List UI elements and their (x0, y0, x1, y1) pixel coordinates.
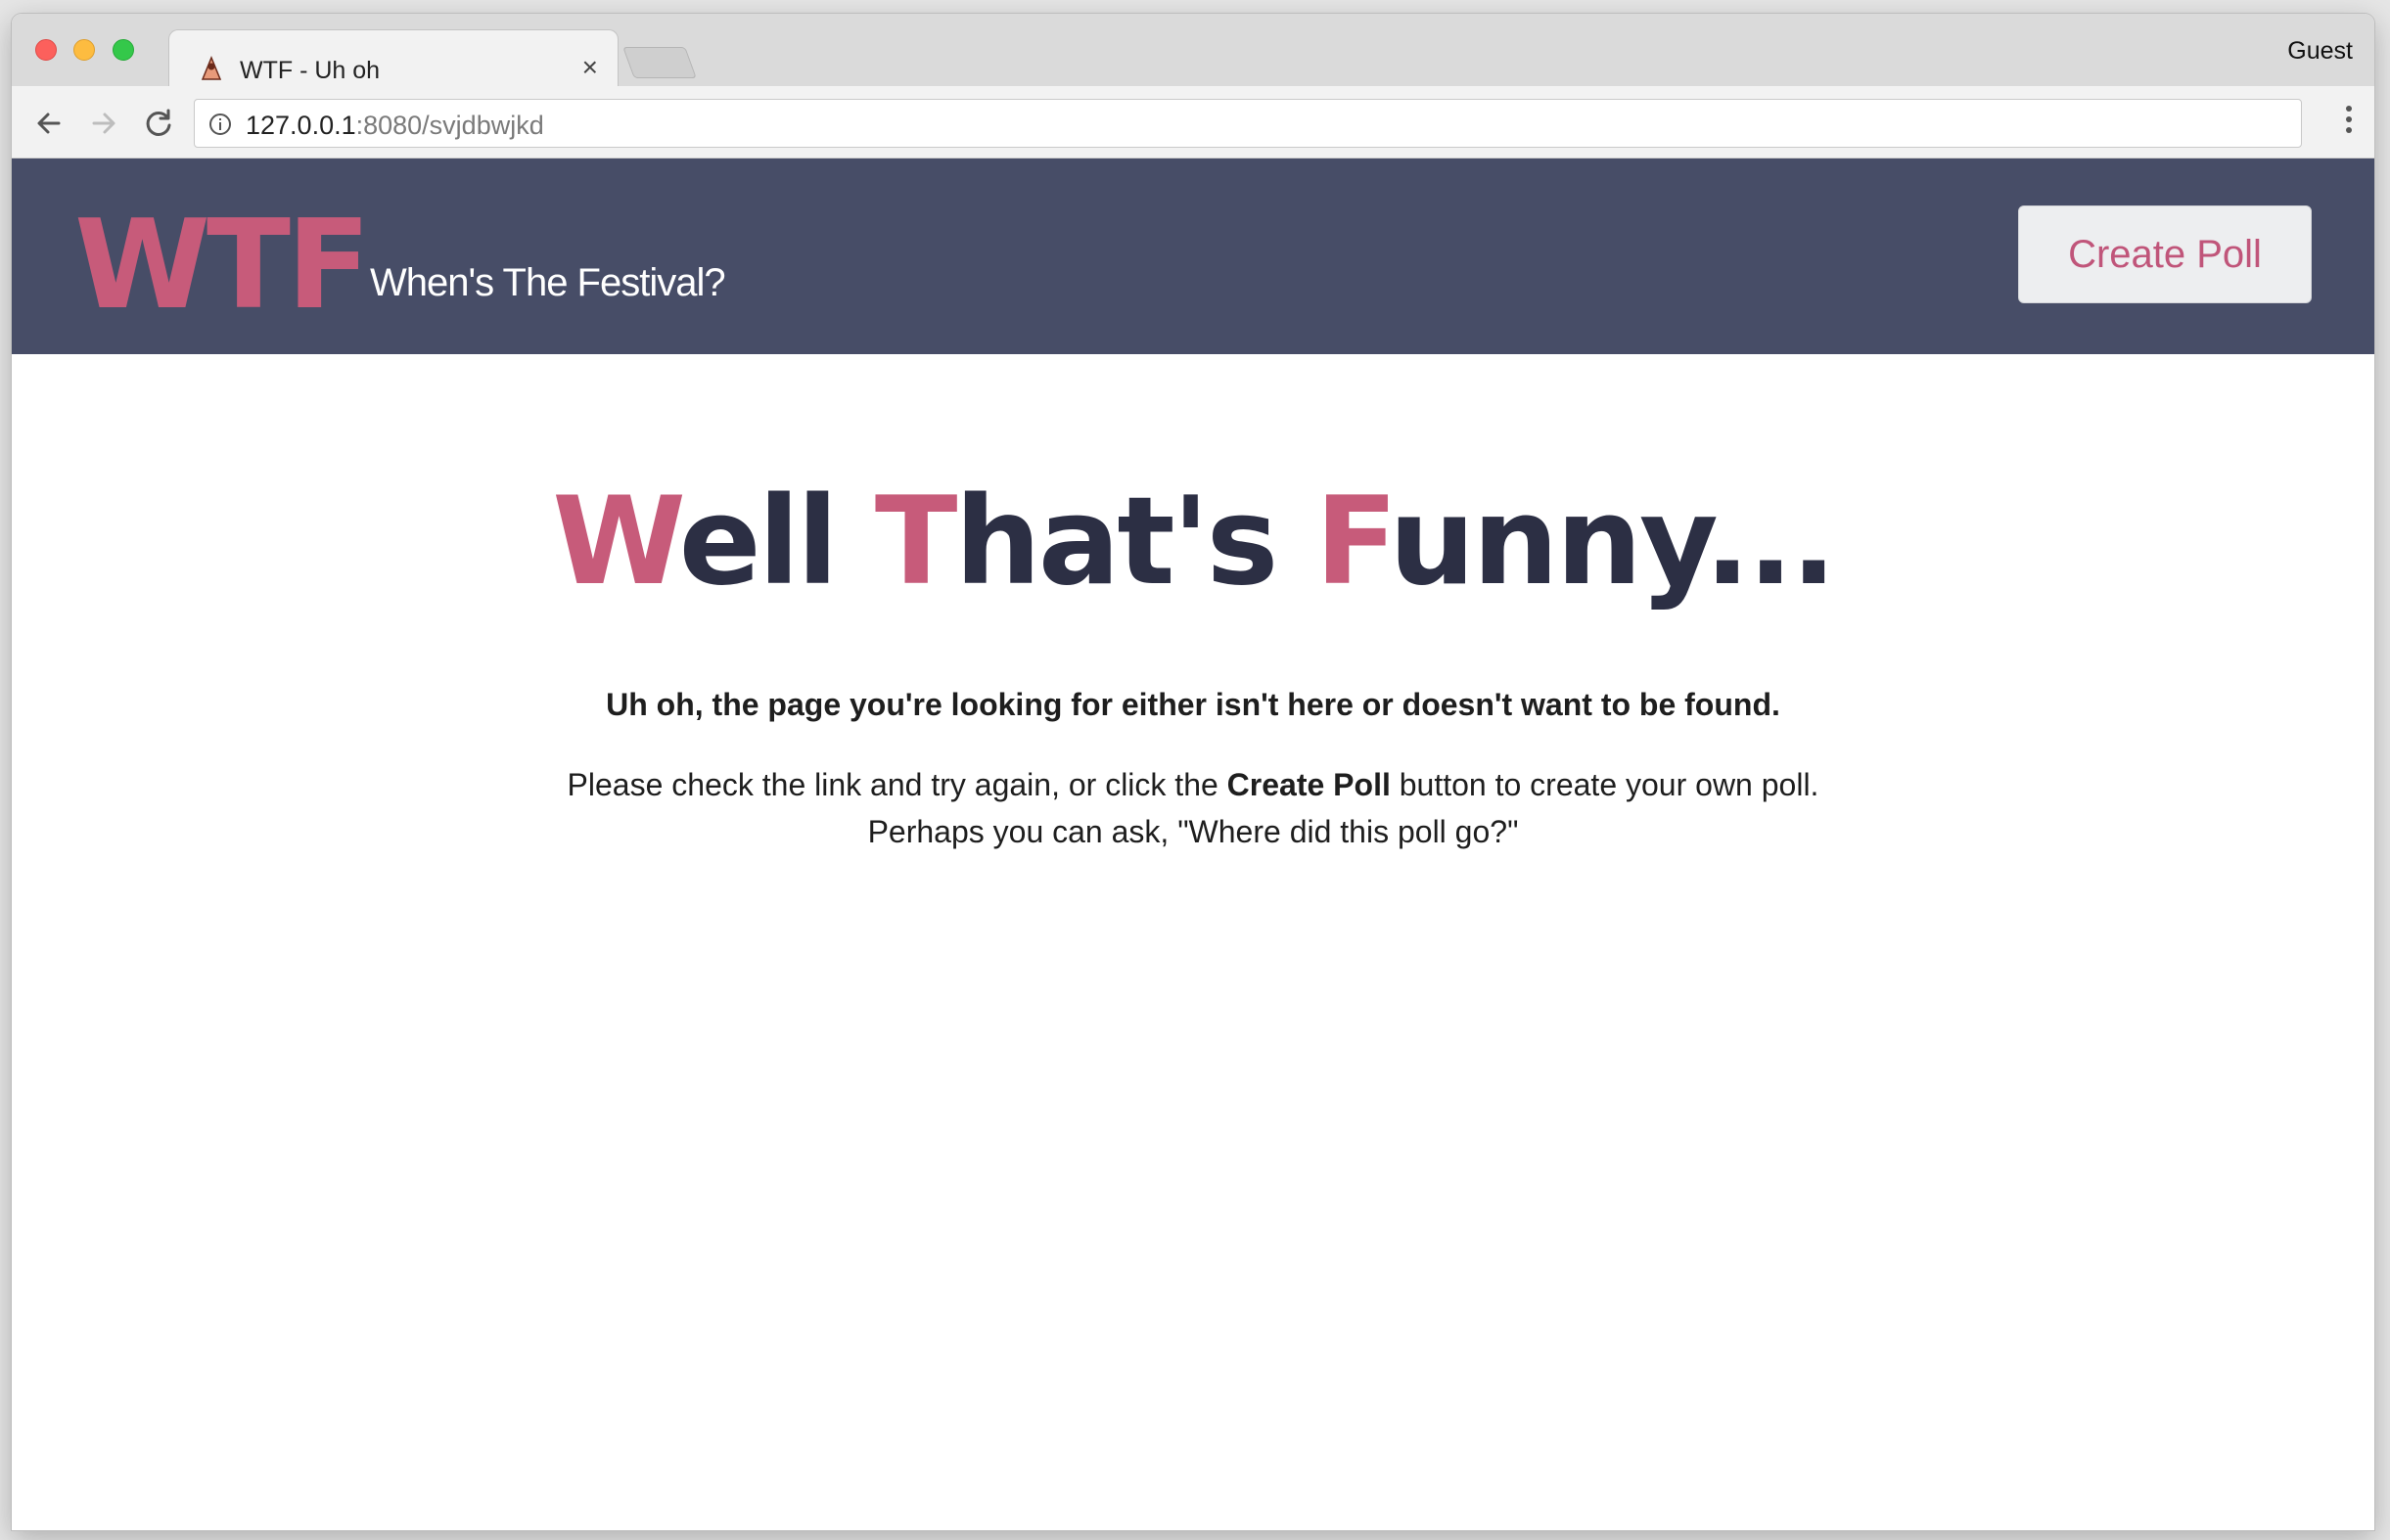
create-poll-button[interactable]: Create Poll (2018, 205, 2312, 303)
forward-arrow-icon[interactable] (86, 106, 121, 141)
browser-toolbar: 127.0.0.1:8080/svjdbwjkd (12, 86, 2374, 159)
info-icon[interactable] (208, 113, 232, 136)
festival-favicon-icon (201, 56, 222, 80)
heading-word-unny: unny... (1389, 472, 1837, 612)
new-tab-button[interactable] (622, 47, 697, 78)
page-content: WTF When's The Festival? Create Poll Wel… (12, 159, 2374, 1530)
address-bar[interactable]: 127.0.0.1:8080/svjdbwjkd (194, 99, 2302, 148)
heading-letter-f: F (1314, 472, 1393, 612)
profile-button[interactable]: Guest (2287, 37, 2353, 66)
heading-word-ell: ell (678, 472, 875, 612)
site-logo[interactable]: WTF (74, 204, 371, 327)
error-line-2: Perhaps you can ask, "Where did this pol… (867, 814, 1519, 849)
heading-letter-t: T (874, 472, 958, 612)
error-body: Please check the link and try again, or … (12, 761, 2374, 855)
site-tagline: When's The Festival? (370, 261, 726, 304)
back-arrow-icon[interactable] (31, 106, 67, 141)
error-subheading: Uh oh, the page you're looking for eithe… (606, 687, 1780, 722)
active-tab[interactable]: WTF - Uh oh × (168, 29, 619, 88)
tab-close-icon[interactable]: × (582, 52, 598, 82)
line1-pre: Please check the link and try again, or … (567, 767, 1227, 802)
browser-menu-icon[interactable] (2343, 106, 2355, 139)
browser-window: WTF - Uh oh × Guest 127.0.0.1:8080/svjdb… (12, 14, 2374, 1530)
url-text: 127.0.0.1:8080/svjdbwjkd (246, 111, 544, 141)
url-host: 127.0.0.1 (246, 111, 356, 140)
site-header: WTF When's The Festival? Create Poll (12, 159, 2374, 354)
heading-word-hats: hat's (954, 472, 1315, 612)
line1-post: button to create your own poll. (1390, 767, 1819, 802)
window-close-button[interactable] (35, 39, 57, 61)
window-maximize-button[interactable] (113, 39, 134, 61)
tab-strip: WTF - Uh oh × Guest (12, 14, 2374, 88)
url-path: :8080/svjdbwjkd (355, 111, 544, 140)
error-heading: Well That's Funny... (12, 481, 2374, 603)
heading-letter-w: W (552, 472, 681, 612)
tab-title: WTF - Uh oh (240, 57, 381, 84)
window-minimize-button[interactable] (73, 39, 95, 61)
line1-bold: Create Poll (1226, 767, 1391, 802)
reload-icon[interactable] (141, 106, 176, 141)
error-line-1: Please check the link and try again, or … (12, 761, 2374, 808)
